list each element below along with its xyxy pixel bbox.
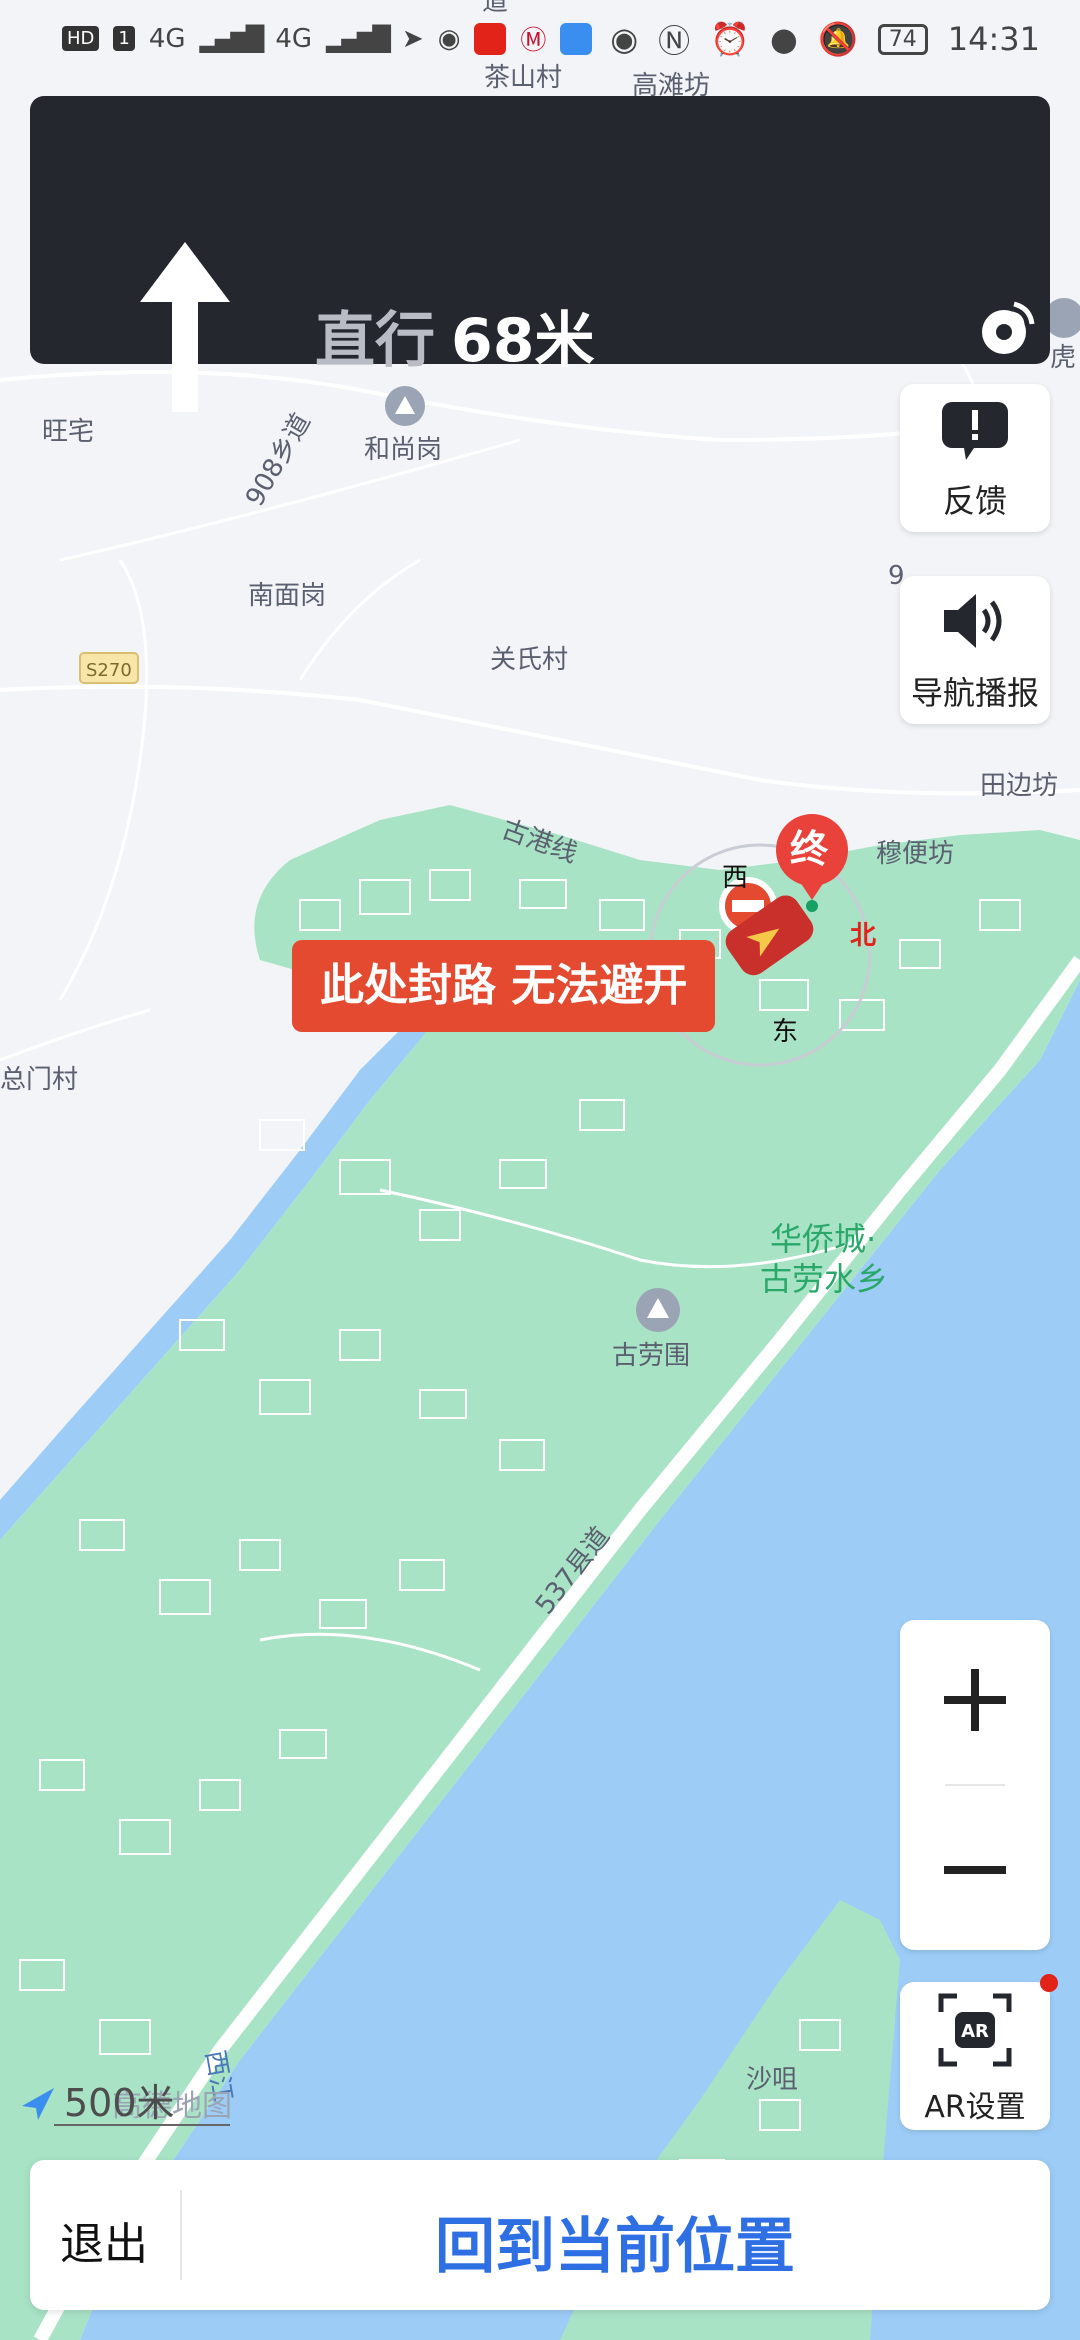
place-label: 旺宅: [42, 417, 94, 447]
tourist-label: 华侨城·: [770, 1220, 876, 1258]
bottom-bar: 退出 回到当前位置: [30, 2160, 1050, 2310]
poi-guloawei-icon: [636, 1288, 680, 1332]
compass-west: 西: [722, 863, 748, 893]
road-label: S270: [86, 660, 132, 681]
place-label: 穆便坊: [876, 839, 954, 869]
notification-dot: [1040, 1974, 1058, 1992]
feedback-label: 反馈: [942, 482, 1007, 520]
ar-icon: AR: [938, 1993, 1012, 2067]
straight-arrow-icon: [140, 242, 230, 412]
svg-text:AR: AR: [961, 2021, 989, 2042]
compass-north: 北: [850, 921, 876, 951]
signal-icon: ▂▄▆█: [199, 24, 265, 53]
app-merchants-icon: Ⓜ: [520, 26, 547, 56]
status-right: ◉ Ⓝ ⏰ ● 🔕 74 14:31: [610, 16, 1040, 62]
place-label: 关氏村: [490, 645, 568, 675]
place-label: 总门村: [0, 1065, 78, 1095]
voice-broadcast-icon[interactable]: [980, 300, 1036, 356]
destination-label: 终: [790, 827, 829, 871]
nav-instruction-card: 直行 68米: [30, 96, 1050, 412]
battery-icon: 74: [877, 23, 928, 55]
mute-icon: 🔕: [817, 20, 858, 58]
broadcast-label: 导航播报: [910, 674, 1039, 712]
status-left: HD 1 4G ▂▄▆█ 4G ▂▄▆█ ➤ ◉ Ⓜ: [62, 20, 593, 57]
location-icon: ●: [770, 20, 798, 58]
alarm-icon: ⏰: [710, 20, 751, 58]
exit-button[interactable]: 退出: [60, 2208, 148, 2272]
telegram-icon: ➤: [401, 23, 424, 54]
speaker-icon: [944, 594, 1002, 648]
tourist-label: 古劳水乡: [760, 1260, 888, 1298]
eye-icon: ◉: [610, 20, 639, 58]
place-label: 和尚岗: [364, 435, 442, 465]
status-bar: HD 1 4G ▂▄▆█ 4G ▂▄▆█ ➤ ◉ Ⓜ ◉ Ⓝ ⏰ ● 🔕 74 …: [0, 0, 1080, 80]
nav-broadcast-button[interactable]: 导航播报: [900, 576, 1050, 724]
app-blue-icon: [560, 22, 593, 55]
nav-distance: 68米: [451, 306, 595, 376]
scale-line: [54, 2124, 230, 2126]
zoom-out-button[interactable]: [900, 1810, 1050, 1930]
signal-icon: ▂▄▆█: [326, 24, 391, 53]
poi-mountain-icon: [385, 386, 425, 426]
ar-settings-button[interactable]: AR AR设置: [900, 1974, 1058, 2130]
feedback-button[interactable]: 反馈: [900, 384, 1050, 532]
zoom-in-button[interactable]: [900, 1640, 1050, 1760]
hd-badge: HD: [62, 26, 100, 51]
compass-east: 东: [772, 1017, 798, 1047]
nfc-icon: Ⓝ: [658, 22, 691, 60]
scale-label: 500米: [64, 2081, 175, 2125]
vpn-icon: ◉: [437, 23, 461, 54]
zoom-controls: [900, 1620, 1050, 1950]
place-label: 沙咀: [746, 2065, 798, 2095]
zoom-divider: [945, 1784, 1005, 1786]
place-label: 古劳围: [612, 1341, 690, 1371]
scale-bar: 500米: [20, 2072, 230, 2134]
ar-settings-label: AR设置: [924, 2090, 1026, 2125]
place-label: 南面岗: [248, 581, 326, 611]
nav-action: 直行: [315, 306, 435, 376]
app-red-icon: [474, 22, 507, 55]
recenter-button[interactable]: 回到当前位置: [180, 2198, 1050, 2285]
network-label: 4G: [148, 23, 186, 54]
sim-badge: 1: [113, 26, 135, 51]
clock: 14:31: [947, 20, 1040, 58]
location-arrow-icon: [22, 2088, 54, 2120]
nav-instruction-text: 直行 68米: [315, 292, 595, 379]
feedback-icon: [942, 402, 1008, 460]
road-closed-alert: 此处封路 无法避开: [292, 940, 716, 1032]
place-label: 田边坊: [980, 771, 1058, 801]
partial-label: 虎: [1050, 343, 1076, 373]
network-label: 4G: [275, 23, 313, 54]
